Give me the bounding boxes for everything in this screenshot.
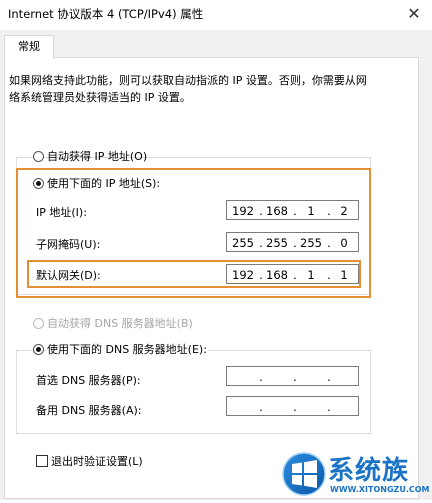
alternate-dns-field[interactable]: . . . [226,396,359,416]
dns-manual-label[interactable]: 使用下面的 DNS 服务器地址(E): [47,341,209,357]
close-button[interactable]: ✕ [400,2,428,26]
preferred-dns-label: 首选 DNS 服务器(P): [36,374,141,387]
dns-manual-radio[interactable] [33,344,44,355]
octet-separator: . [259,370,263,384]
ip-auto-radio[interactable] [33,151,44,162]
ip-octet: 2 [340,204,348,218]
gateway-octet: 168 [266,268,288,282]
watermark-brand: 系统族 [328,456,410,486]
ip-octet: 168 [266,204,288,218]
gateway-octet: 1 [340,268,348,282]
octet-separator: . [327,400,331,414]
octet-separator: . [293,370,297,384]
validate-label[interactable]: 退出时验证设置(L) [51,453,143,469]
close-icon: ✕ [407,4,421,23]
watermark-url: WWW.XITONGZU.COM [330,485,430,494]
ip-octet: 1 [307,204,315,218]
subnet-mask-label: 子网掩码(U): [36,238,101,251]
ip-manual-label[interactable]: 使用下面的 IP 地址(S): [47,175,160,191]
preferred-dns-field[interactable]: . . . [226,366,359,386]
mask-octet: 0 [340,236,348,250]
default-gateway-field[interactable]: 192 . 168 . 1 . 1 [226,264,359,284]
ip-address-field[interactable]: 192 . 168 . 1 . 2 [226,200,359,220]
mask-octet: 255 [266,236,288,250]
description-line: 如果网络支持此功能，则可以获取自动指派的 IP 设置。否则，你需要从网 [9,74,367,87]
description-line: 络系统管理员处获得适当的 IP 设置。 [9,91,191,104]
dns-settings-group [16,350,371,434]
gateway-octet: 1 [307,268,315,282]
ip-manual-radio[interactable] [33,178,44,189]
alternate-dns-label: 备用 DNS 服务器(A): [36,404,142,417]
mask-octet: 255 [300,236,322,250]
ip-auto-label[interactable]: 自动获得 IP 地址(O) [47,148,147,164]
default-gateway-label: 默认网关(D): [36,269,101,282]
dns-auto-label[interactable]: 自动获得 DNS 服务器地址(B) [47,315,193,331]
octet-separator: . [293,400,297,414]
tab-general[interactable]: 常规 [4,35,54,59]
octet-separator: . [327,370,331,384]
dns-auto-radio[interactable] [33,318,44,329]
ip-address-label: IP 地址(I): [36,206,87,219]
window-title: Internet 协议版本 4 (TCP/IPv4) 属性 [8,7,204,21]
gateway-octet: 192 [232,268,254,282]
validate-checkbox[interactable] [36,455,48,467]
ip-octet: 192 [232,204,254,218]
description: 如果网络支持此功能，则可以获取自动指派的 IP 设置。否则，你需要从网 络系统管… [9,72,419,106]
mask-octet: 255 [232,236,254,250]
subnet-mask-field[interactable]: 255 . 255 . 255 . 0 [226,232,359,252]
octet-separator: . [259,400,263,414]
watermark-logo: 系统族 WWW.XITONGZU.COM [282,448,432,500]
